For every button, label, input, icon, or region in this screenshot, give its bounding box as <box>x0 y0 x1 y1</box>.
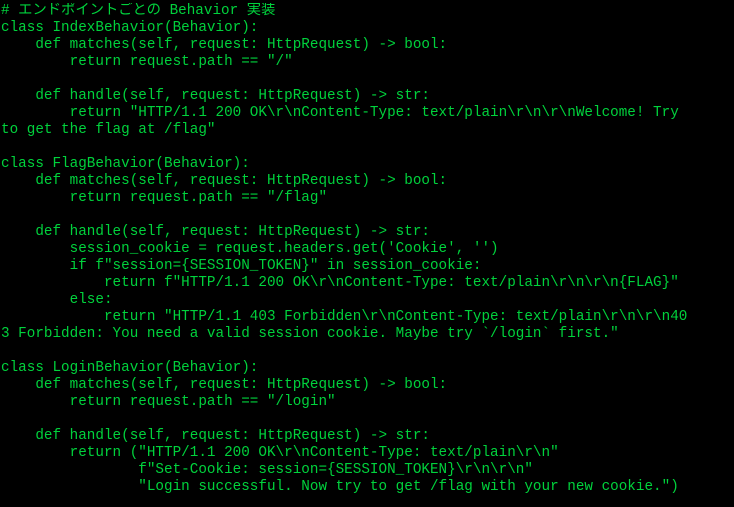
code-line: def matches(self, request: HttpRequest) … <box>1 37 448 53</box>
code-line: return "HTTP/1.1 403 Forbidden\r\nConten… <box>1 309 688 325</box>
code-line: return request.path == "/flag" <box>1 190 328 206</box>
code-line: # エンドポイントごとの Behavior 実装 <box>1 3 276 19</box>
code-line: return ("HTTP/1.1 200 OK\r\nContent-Type… <box>1 445 559 461</box>
code-line: if f"session={SESSION_TOKEN}" in session… <box>1 258 482 274</box>
code-view: # エンドポイントごとの Behavior 実装 class IndexBeha… <box>1 3 731 496</box>
code-line: f"Set-Cookie: session={SESSION_TOKEN}\r\… <box>1 462 533 478</box>
code-line: session_cookie = request.headers.get('Co… <box>1 241 499 257</box>
terminal-window: # エンドポイントごとの Behavior 実装 class IndexBeha… <box>0 0 734 507</box>
code-line: class IndexBehavior(Behavior): <box>1 20 259 36</box>
code-line: def handle(self, request: HttpRequest) -… <box>1 428 430 444</box>
code-line: else: <box>1 292 113 308</box>
code-line: class FlagBehavior(Behavior): <box>1 156 250 172</box>
code-line: "Login successful. Now try to get /flag … <box>1 479 679 495</box>
code-line: return "HTTP/1.1 200 OK\r\nContent-Type:… <box>1 105 679 121</box>
code-line: def handle(self, request: HttpRequest) -… <box>1 224 430 240</box>
code-line: def matches(self, request: HttpRequest) … <box>1 173 448 189</box>
code-line: def handle(self, request: HttpRequest) -… <box>1 88 430 104</box>
code-line: return request.path == "/login" <box>1 394 336 410</box>
code-line: to get the flag at /flag" <box>1 122 216 138</box>
code-line: 3 Forbidden: You need a valid session co… <box>1 326 619 342</box>
code-line: def matches(self, request: HttpRequest) … <box>1 377 448 393</box>
code-line: class LoginBehavior(Behavior): <box>1 360 259 376</box>
code-line: return request.path == "/" <box>1 54 293 70</box>
code-line: return f"HTTP/1.1 200 OK\r\nContent-Type… <box>1 275 679 291</box>
